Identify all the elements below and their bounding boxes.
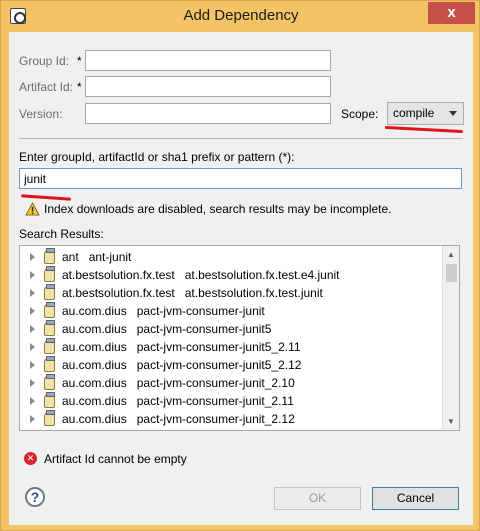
scroll-up-icon[interactable]: ▲ [443,246,459,263]
dialog-title: Add Dependency [183,7,299,24]
result-artifact-id: pact-jvm-consumer-junit5 [136,322,272,336]
search-results-label: Search Results: [19,227,104,241]
tree-expander-icon[interactable] [30,343,35,351]
title-bar: Add Dependency x [1,1,480,33]
group-id-required-marker: * [77,54,82,68]
close-button[interactable]: x [428,2,475,24]
list-item[interactable]: au.com.dius pact-jvm-consumer-junit [20,302,440,320]
artifact-id-required-marker: * [77,80,82,94]
help-icon[interactable]: ? [25,487,45,507]
list-item[interactable]: at.bestsolution.fx.test at.bestsolution.… [20,266,440,284]
artifact-id-label: Artifact Id: [19,80,74,94]
ok-button[interactable]: OK [274,487,361,510]
group-id-field[interactable] [85,50,331,71]
scrollbar-thumb[interactable] [446,264,457,282]
list-item[interactable]: au.com.dius pact-jvm-consumer-junit5_2.1… [20,356,440,374]
search-prompt-label: Enter groupId, artifactId or sha1 prefix… [19,150,295,164]
result-group-id: au.com.dius [62,322,127,336]
dialog-content: Group Id: * Artifact Id: * Version: Scop… [9,32,473,525]
jar-icon [44,320,55,336]
result-group-id: at.bestsolution.fx.test [62,268,175,282]
result-group-id: ant [62,250,79,264]
annotation-underline-scope [384,125,464,134]
result-group-id: au.com.dius [62,394,127,408]
search-input[interactable] [19,168,462,189]
results-scrollbar[interactable]: ▲ ▼ [442,246,459,430]
scope-dropdown[interactable]: compile [387,102,464,125]
dialog-window: Add Dependency x Group Id: * Artifact Id… [0,0,480,531]
result-artifact-id: pact-jvm-consumer-junit_2.10 [136,376,295,390]
separator [19,138,463,139]
tree-expander-icon[interactable] [30,289,35,297]
chevron-down-icon [449,111,457,116]
scroll-down-icon[interactable]: ▼ [443,413,459,430]
list-item[interactable]: au.com.dius pact-jvm-consumer-junit_2.12 [20,410,440,428]
tree-expander-icon[interactable] [30,415,35,423]
error-icon: ✕ [24,452,37,465]
result-group-id: au.com.dius [62,358,127,372]
jar-icon [44,410,55,426]
list-item[interactable]: au.com.dius pact-jvm-consumer-junit_2.10 [20,374,440,392]
scope-selected-value: compile [393,106,435,120]
jar-icon [44,392,55,408]
result-artifact-id: ant-junit [88,250,132,264]
tree-expander-icon[interactable] [30,397,35,405]
version-field[interactable] [85,103,331,124]
result-group-id: au.com.dius [62,412,127,426]
result-group-id: au.com.dius [62,376,127,390]
error-message: Artifact Id cannot be empty [44,452,187,466]
artifact-id-field[interactable] [85,76,331,97]
result-artifact-id: pact-jvm-consumer-junit [136,304,265,318]
result-group-id: au.com.dius [62,340,127,354]
result-artifact-id: pact-jvm-consumer-junit_2.12 [136,412,295,426]
list-item[interactable]: au.com.dius pact-jvm-consumer-junit5 [20,320,440,338]
tree-expander-icon[interactable] [30,325,35,333]
result-artifact-id: pact-jvm-consumer-junit5_2.11 [136,340,301,354]
search-results-list[interactable]: ant ant-junit at.bestsolution.fx.test at… [19,245,460,431]
group-id-label: Group Id: [19,54,70,68]
list-item[interactable]: au.com.dius pact-jvm-consumer-junit_2.11 [20,392,440,410]
result-artifact-id: pact-jvm-consumer-junit_2.11 [136,394,294,408]
index-warning-text: Index downloads are disabled, search res… [44,202,392,216]
cancel-button[interactable]: Cancel [372,487,459,510]
version-label: Version: [19,107,63,121]
jar-icon [44,356,55,372]
jar-icon [44,248,55,264]
jar-icon [44,266,55,282]
jar-icon [44,302,55,318]
tree-expander-icon[interactable] [30,307,35,315]
tree-expander-icon[interactable] [30,361,35,369]
jar-icon [44,284,55,300]
annotation-underline-query [20,194,72,201]
list-item[interactable]: au.com.dius pact-jvm-consumer-junit5_2.1… [20,338,440,356]
result-artifact-id: at.bestsolution.fx.test.e4.junit [184,268,340,282]
warning-icon [25,202,40,216]
tree-expander-icon[interactable] [30,253,35,261]
result-group-id: at.bestsolution.fx.test [62,286,175,300]
jar-icon [44,374,55,390]
result-group-id: au.com.dius [62,304,127,318]
result-artifact-id: at.bestsolution.fx.test.junit [184,286,323,300]
scope-label: Scope: [341,107,379,121]
list-item[interactable]: at.bestsolution.fx.test at.bestsolution.… [20,284,440,302]
tree-expander-icon[interactable] [30,271,35,279]
jar-icon [44,338,55,354]
tree-expander-icon[interactable] [30,379,35,387]
result-artifact-id: pact-jvm-consumer-junit5_2.12 [136,358,302,372]
list-item[interactable]: ant ant-junit [20,248,440,266]
